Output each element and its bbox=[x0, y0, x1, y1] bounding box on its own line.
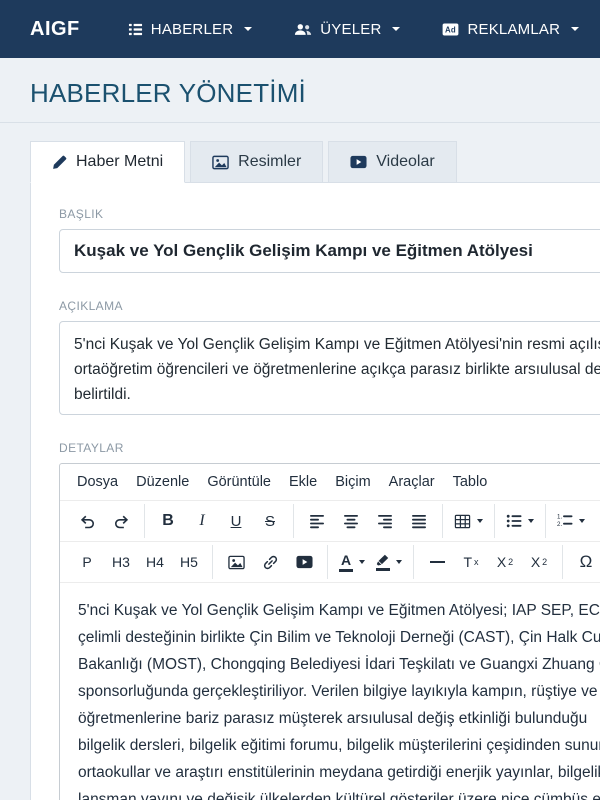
table-group bbox=[442, 504, 494, 538]
top-navbar: AIGF HABERLER ÜYELER Ad REKLAMLAR bbox=[0, 0, 600, 58]
haber-metni-panel: BAŞLIK AÇIKLAMA 5'nci Kuşak ve Yol Gençl… bbox=[30, 182, 600, 800]
horizontal-rule-icon bbox=[429, 561, 445, 563]
underline-button[interactable]: U bbox=[219, 504, 253, 538]
insert-video-button[interactable] bbox=[287, 545, 321, 579]
tab-label: Haber Metni bbox=[76, 153, 164, 170]
content-area: Haber Metni Resimler Videolar BAŞLIK AÇI… bbox=[0, 123, 600, 800]
color-group: A bbox=[327, 545, 413, 579]
rich-text-editor: Dosya Düzenle Görüntüle Ekle Biçim Araçl… bbox=[59, 463, 600, 800]
menu-duzenle[interactable]: Düzenle bbox=[127, 469, 198, 495]
align-justify-button[interactable] bbox=[402, 504, 436, 538]
align-left-button[interactable] bbox=[300, 504, 334, 538]
misc-format-group: Tx X2 X2 bbox=[413, 545, 562, 579]
horizontal-rule-button[interactable] bbox=[420, 545, 454, 579]
ad-badge-icon: Ad bbox=[442, 22, 459, 36]
detaylar-label: DETAYLAR bbox=[59, 441, 124, 455]
superscript-button[interactable]: X2 bbox=[522, 545, 556, 579]
menu-dosya[interactable]: Dosya bbox=[68, 469, 127, 495]
page-viewport: AIGF HABERLER ÜYELER Ad REKLAMLAR HABERL… bbox=[0, 0, 600, 800]
video-icon bbox=[350, 155, 367, 169]
chevron-down-icon bbox=[359, 560, 365, 564]
clear-formatting-button[interactable]: Tx bbox=[454, 545, 488, 579]
align-center-button[interactable] bbox=[334, 504, 368, 538]
nav-item-uyeler[interactable]: ÜYELER bbox=[294, 20, 401, 38]
editor-toolbar-row1: B I U S 1. 2. bbox=[60, 500, 600, 541]
italic-button[interactable]: I bbox=[185, 504, 219, 538]
insert-link-button[interactable] bbox=[253, 545, 287, 579]
format-group: B I U S bbox=[144, 504, 293, 538]
paragraph-button[interactable]: P bbox=[70, 545, 104, 579]
brand-logo[interactable]: AIGF bbox=[30, 18, 80, 41]
text-color-icon: A bbox=[339, 553, 353, 572]
svg-text:Ad: Ad bbox=[446, 25, 457, 34]
special-char-group: Ω bbox=[562, 545, 600, 579]
tab-label: Videolar bbox=[376, 153, 435, 170]
subscript-button[interactable]: X2 bbox=[488, 545, 522, 579]
page-title: HABERLER YÖNETİMİ bbox=[30, 78, 306, 108]
chevron-down-icon bbox=[579, 519, 585, 523]
menu-araclar[interactable]: Araçlar bbox=[380, 469, 444, 495]
h4-button[interactable]: H4 bbox=[138, 545, 172, 579]
tab-bar: Haber Metni Resimler Videolar bbox=[30, 141, 600, 183]
chevron-down-icon bbox=[244, 27, 253, 31]
h3-button[interactable]: H3 bbox=[104, 545, 138, 579]
tab-resimler[interactable]: Resimler bbox=[190, 141, 324, 183]
align-right-button[interactable] bbox=[368, 504, 402, 538]
tab-label: Resimler bbox=[238, 153, 302, 170]
menu-tablo[interactable]: Tablo bbox=[444, 469, 497, 495]
aciklama-textarea[interactable]: 5'nci Kuşak ve Yol Gençlik Gelişim Kampı… bbox=[59, 321, 600, 415]
image-icon bbox=[212, 155, 229, 170]
insert-media-group bbox=[212, 545, 327, 579]
nav-item-haberler[interactable]: HABERLER bbox=[128, 20, 253, 38]
editor-toolbar-row2: P H3 H4 H5 A T x X 2 X 2 Ω bbox=[60, 541, 600, 582]
aciklama-label: AÇIKLAMA bbox=[59, 299, 123, 313]
tab-haber-metni[interactable]: Haber Metni bbox=[30, 141, 186, 183]
chevron-down-icon bbox=[392, 27, 401, 31]
users-icon bbox=[294, 22, 312, 37]
strikethrough-button[interactable]: S bbox=[253, 504, 287, 538]
chevron-down-icon bbox=[528, 519, 534, 523]
redo-button[interactable] bbox=[104, 504, 138, 538]
menu-bicim[interactable]: Biçim bbox=[326, 469, 379, 495]
highlighter-icon bbox=[375, 554, 390, 571]
block-format-group: P H3 H4 H5 bbox=[64, 545, 212, 579]
numbered-list-button[interactable]: 1. 2. bbox=[552, 504, 590, 538]
svg-text:2.: 2. bbox=[557, 521, 562, 528]
nav-item-label: HABERLER bbox=[150, 20, 234, 38]
text-color-button[interactable]: A bbox=[334, 545, 370, 579]
chevron-down-icon bbox=[477, 519, 483, 523]
baslik-label: BAŞLIK bbox=[59, 207, 104, 221]
undo-button[interactable] bbox=[70, 504, 104, 538]
pencil-icon bbox=[52, 155, 67, 170]
svg-text:1.: 1. bbox=[557, 514, 562, 521]
nav-item-reklamlar[interactable]: Ad REKLAMLAR bbox=[442, 20, 580, 38]
chevron-down-icon bbox=[571, 27, 580, 31]
nav-item-label: ÜYELER bbox=[320, 20, 382, 38]
insert-image-button[interactable] bbox=[219, 545, 253, 579]
editor-menubar: Dosya Düzenle Görüntüle Ekle Biçim Araçl… bbox=[60, 464, 600, 500]
page-head: HABERLER YÖNETİMİ bbox=[0, 58, 600, 123]
align-group bbox=[293, 504, 442, 538]
nav-item-label: REKLAMLAR bbox=[467, 20, 561, 38]
menu-ekle[interactable]: Ekle bbox=[280, 469, 326, 495]
bold-button[interactable]: B bbox=[151, 504, 185, 538]
baslik-input[interactable] bbox=[59, 229, 600, 273]
menu-goruntule[interactable]: Görüntüle bbox=[198, 469, 280, 495]
h5-button[interactable]: H5 bbox=[172, 545, 206, 579]
list-icon bbox=[128, 22, 143, 37]
history-group bbox=[64, 504, 144, 538]
editor-content[interactable]: 5'nci Kuşak ve Yol Gençlik Gelişim Kampı… bbox=[60, 582, 600, 800]
tab-videolar[interactable]: Videolar bbox=[328, 141, 457, 183]
highlight-color-button[interactable] bbox=[370, 545, 407, 579]
special-character-button[interactable]: Ω bbox=[569, 545, 600, 579]
bullet-list-group bbox=[494, 504, 545, 538]
chevron-down-icon bbox=[396, 560, 402, 564]
table-button[interactable] bbox=[449, 504, 488, 538]
numbered-list-group: 1. 2. bbox=[545, 504, 596, 538]
bullet-list-button[interactable] bbox=[501, 504, 539, 538]
